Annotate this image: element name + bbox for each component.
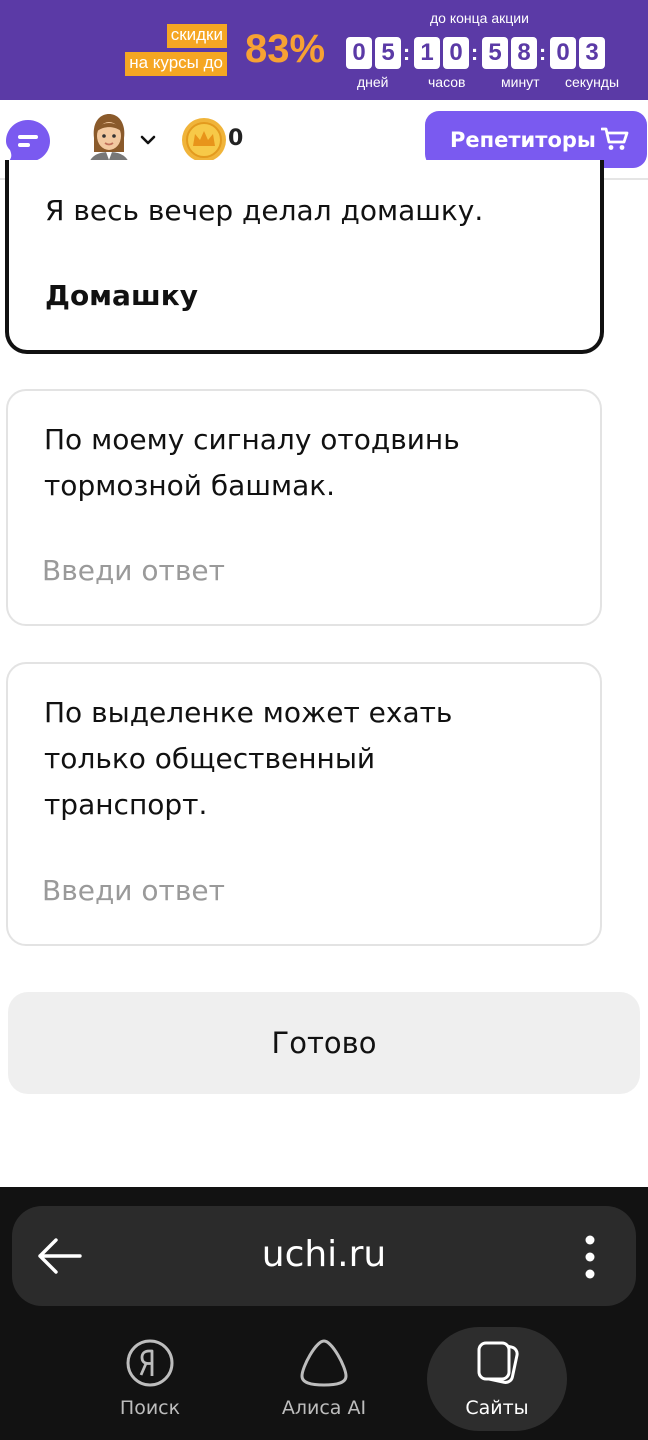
exercise-card[interactable]: По моему сигналу отодвинь тормозной башм… (6, 389, 602, 626)
timer-separator: : (402, 40, 411, 65)
answer-input[interactable] (42, 548, 562, 592)
exercise-card[interactable]: По выделенке может ехать только обществе… (6, 662, 602, 946)
exercise-sentence-line: транспорт. (44, 788, 208, 821)
timer-digit: 0 (346, 37, 372, 69)
promo-percent: 83% (245, 27, 326, 71)
cart-icon (601, 127, 629, 150)
browser-bottom-bar: uchi.ru Поиск Алиса AI Сайты (0, 1187, 648, 1440)
url-text[interactable]: uchi.ru (12, 1232, 636, 1278)
exercise-sentence: Я весь вечер делал домашку. (45, 194, 484, 227)
address-bar[interactable]: uchi.ru (12, 1206, 636, 1306)
coin-count: 0 (228, 126, 244, 151)
timer-digit: 1 (414, 37, 440, 69)
nav-sites-label: Сайты (465, 1397, 529, 1419)
timer-digit: 8 (511, 37, 537, 69)
chat-icon[interactable] (4, 117, 52, 165)
timer-separator: : (470, 40, 479, 65)
alice-icon (300, 1339, 348, 1387)
promo-banner[interactable]: скидки на курсы до 83% до конца акции 0 … (0, 0, 648, 100)
chevron-down-icon[interactable] (139, 132, 157, 148)
exercise-sentence-line: По выделенке может ехать (44, 696, 453, 729)
exercise-sentence-line: По моему сигналу отодвинь (44, 423, 460, 456)
promo-tag-discounts: скидки (166, 24, 227, 48)
timer-separator: : (538, 40, 547, 65)
nav-alice[interactable]: Алиса AI (254, 1327, 394, 1431)
nav-search[interactable]: Поиск (80, 1327, 220, 1431)
nav-alice-label: Алиса AI (281, 1397, 367, 1419)
yandex-search-icon (126, 1339, 174, 1387)
coin-icon[interactable] (180, 116, 228, 164)
answer-input[interactable] (42, 868, 562, 912)
nav-sites[interactable]: Сайты (427, 1327, 567, 1431)
nav-search-label: Поиск (119, 1397, 181, 1419)
timer-digit: 3 (579, 37, 605, 69)
exercise-sentence-line: только общественный (44, 742, 376, 775)
timer-seconds-label: секунды (565, 74, 620, 90)
timer-minutes-label: минут (501, 74, 540, 90)
timer-hours-label: часов (428, 74, 466, 90)
tutors-button-label: Репетиторы (450, 127, 596, 152)
sites-icon (477, 1341, 519, 1384)
exercise-card-active[interactable]: Я весь вечер делал домашку. Домашку (5, 160, 604, 354)
timer-digit: 5 (482, 37, 508, 69)
timer-digit: 0 (443, 37, 469, 69)
exercise-sentence-line: тормозной башмак. (44, 469, 336, 502)
promo-tag-courses: на курсы до (125, 52, 227, 76)
timer-days-label: дней (357, 74, 389, 90)
more-vertical-icon[interactable] (584, 1234, 596, 1280)
done-button[interactable]: Готово (8, 992, 640, 1094)
timer-digit: 5 (375, 37, 401, 69)
timer-digit: 0 (550, 37, 576, 69)
exercise-answer: Домашку (45, 279, 198, 312)
countdown-timer: 0 5 : 1 0 : 5 8 : 0 3 (346, 36, 608, 70)
promo-until-label: до конца акции (430, 10, 529, 26)
